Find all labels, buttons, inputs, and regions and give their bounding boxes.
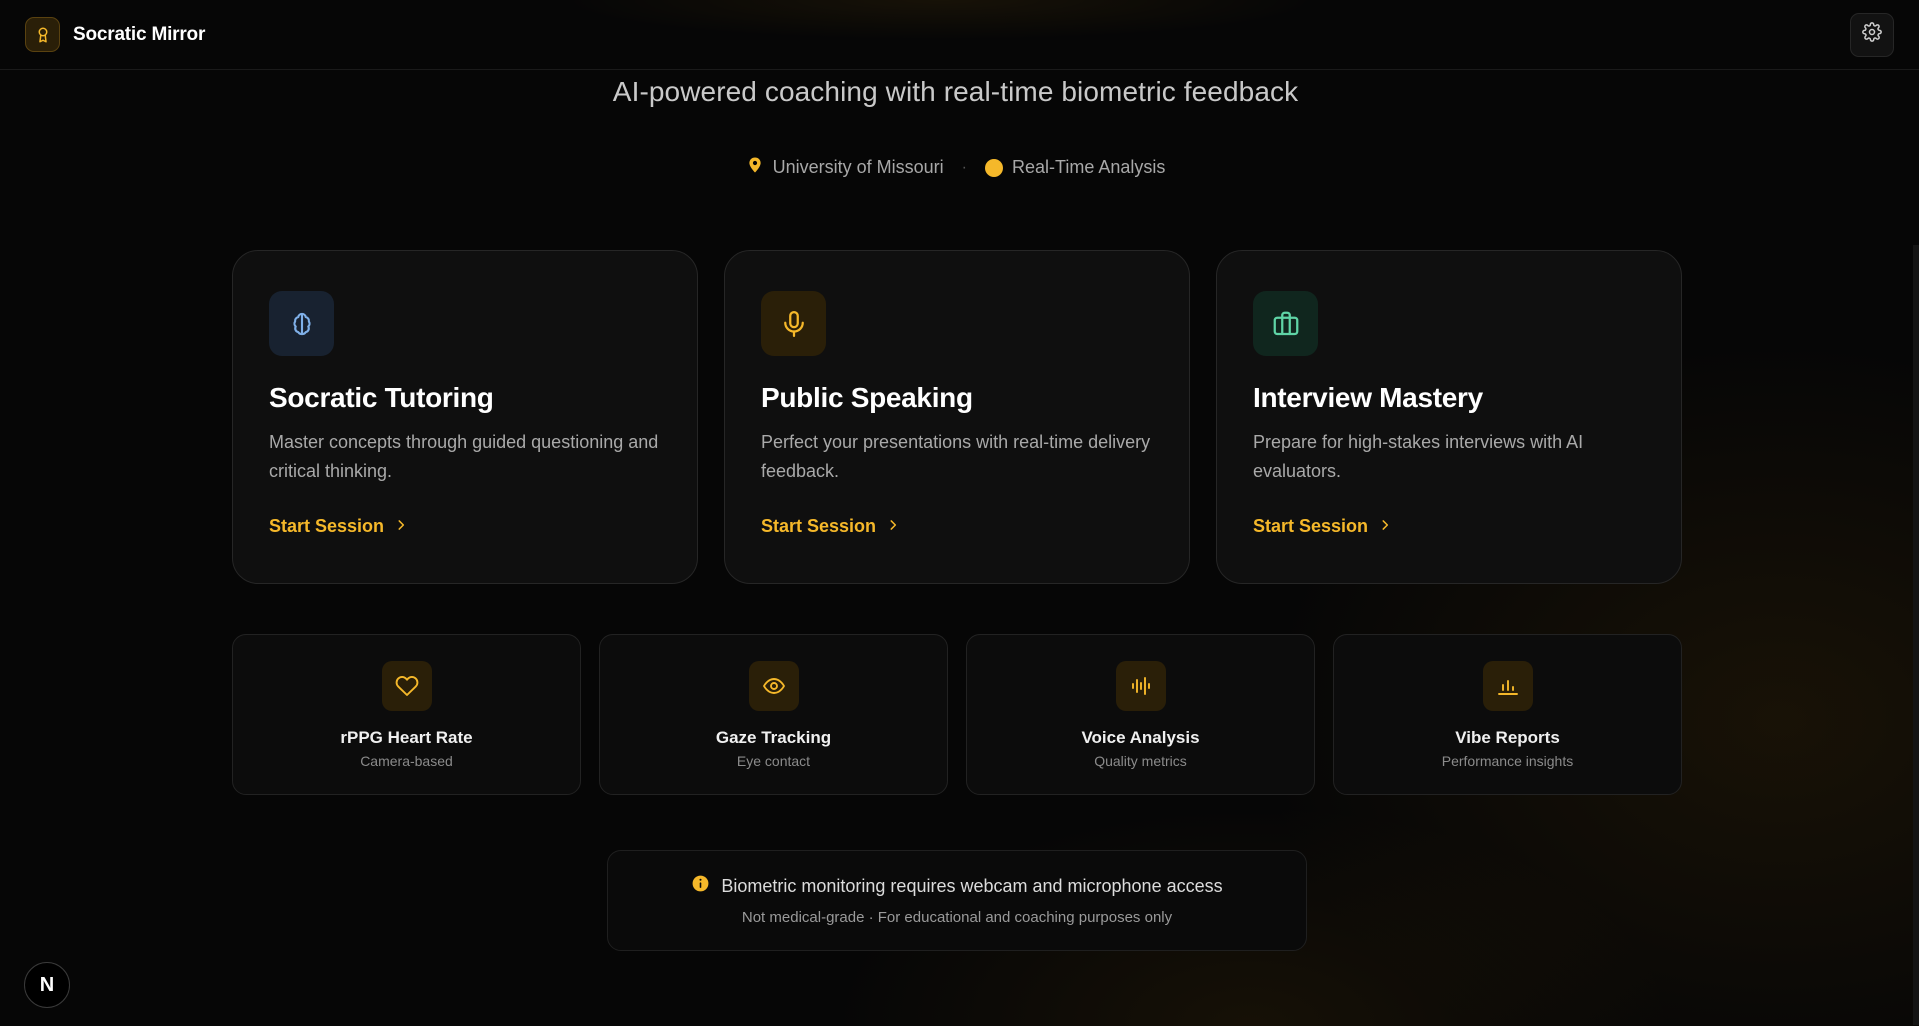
- card-interview-mastery[interactable]: Interview Mastery Prepare for high-stake…: [1216, 250, 1682, 584]
- feature-title: rPPG Heart Rate: [340, 728, 473, 747]
- notice-sub-text: Not medical-grade · For educational and …: [741, 909, 1173, 926]
- chevron-right-icon: [1378, 516, 1392, 537]
- start-session-link[interactable]: Start Session: [269, 516, 408, 537]
- feature-subtitle: Quality metrics: [1094, 753, 1187, 769]
- brand[interactable]: Socratic Mirror: [25, 17, 205, 52]
- feature-heart-rate: rPPG Heart Rate Camera-based: [232, 634, 581, 795]
- brain-icon: [269, 291, 334, 356]
- feature-subtitle: Camera-based: [360, 753, 453, 769]
- biometric-notice: Biometric monitoring requires webcam and…: [607, 850, 1307, 951]
- cta-label: Start Session: [1253, 516, 1369, 536]
- map-pin-icon: [746, 155, 764, 180]
- top-navigation-bar: Socratic Mirror: [0, 0, 1919, 70]
- badge-letter: N: [39, 973, 55, 996]
- status-dot-icon: [984, 158, 1003, 177]
- audio-waveform-icon: [1115, 661, 1166, 711]
- card-socratic-tutoring[interactable]: Socratic Tutoring Master concepts throug…: [232, 250, 698, 584]
- feature-gaze-tracking: Gaze Tracking Eye contact: [599, 634, 948, 795]
- location-text: University of Missouri: [772, 157, 944, 177]
- session-mode-cards: Socratic Tutoring Master concepts throug…: [232, 250, 1682, 584]
- meta-separator: ·: [961, 158, 967, 176]
- card-public-speaking[interactable]: Public Speaking Perfect your presentatio…: [724, 250, 1190, 584]
- framework-badge[interactable]: N: [24, 962, 70, 1008]
- cta-label: Start Session: [269, 516, 385, 536]
- card-description: Perfect your presentations with real-tim…: [761, 432, 1151, 481]
- gear-icon: [1862, 22, 1882, 47]
- briefcase-icon: [1253, 291, 1318, 356]
- feature-title: Gaze Tracking: [715, 728, 832, 747]
- notice-main-text: Biometric monitoring requires webcam and…: [721, 875, 1223, 896]
- feature-title: Voice Analysis: [1081, 728, 1200, 747]
- feature-tiles: rPPG Heart Rate Camera-based Gaze Tracki…: [232, 634, 1682, 795]
- location-meta: University of Missouri: [746, 155, 944, 180]
- hero-meta: University of Missouri · Real-Time Analy…: [0, 155, 1911, 180]
- microphone-icon: [761, 291, 826, 356]
- chevron-right-icon: [394, 516, 408, 537]
- chevron-right-icon: [886, 516, 900, 537]
- feature-vibe-reports: Vibe Reports Performance insights: [1333, 634, 1682, 795]
- card-description: Prepare for high-stakes interviews with …: [1253, 432, 1584, 481]
- start-session-link[interactable]: Start Session: [761, 516, 900, 537]
- cta-label: Start Session: [761, 516, 877, 536]
- scrollbar[interactable]: [1913, 245, 1919, 1025]
- feature-title: Vibe Reports: [1455, 728, 1560, 747]
- info-icon: [691, 874, 710, 898]
- start-session-link[interactable]: Start Session: [1253, 516, 1392, 537]
- award-icon: [25, 17, 60, 52]
- hero-tagline: AI-powered coaching with real-time biome…: [612, 76, 1299, 107]
- heart-icon: [381, 661, 432, 711]
- card-description: Master concepts through guided questioni…: [269, 432, 659, 481]
- card-title: Socratic Tutoring: [269, 382, 494, 413]
- app-name: Socratic Mirror: [73, 23, 206, 45]
- status-meta: Real-Time Analysis: [984, 157, 1166, 178]
- eye-icon: [748, 661, 799, 711]
- feature-subtitle: Eye contact: [736, 753, 811, 769]
- status-text: Real-Time Analysis: [1011, 157, 1166, 177]
- feature-voice-analysis: Voice Analysis Quality metrics: [966, 634, 1315, 795]
- card-title: Public Speaking: [761, 382, 973, 413]
- card-title: Interview Mastery: [1253, 382, 1483, 413]
- bar-chart-icon: [1482, 661, 1533, 711]
- feature-subtitle: Performance insights: [1441, 753, 1574, 769]
- settings-button[interactable]: [1850, 12, 1894, 57]
